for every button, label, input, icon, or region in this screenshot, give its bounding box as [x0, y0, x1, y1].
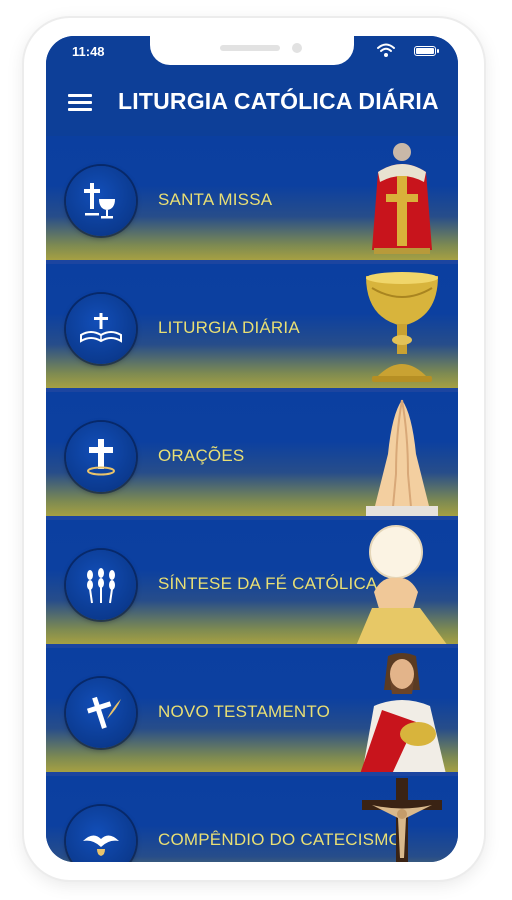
menu-item-liturgia-diaria[interactable]: LITURGIA DIÁRIA [46, 264, 458, 392]
jesus-image [352, 650, 452, 772]
vestment-image [352, 138, 452, 260]
app-screen: 11:48 LITURGIA CATÓLICA DIÁRIA SANTA MIS… [46, 36, 458, 862]
open-bible-icon [66, 294, 136, 364]
menu-item-novo-testamento[interactable]: NOVO TESTAMENTO [46, 648, 458, 776]
menu-item-oracoes[interactable]: ORAÇÕES [46, 392, 458, 520]
host-elevation-image [352, 522, 452, 644]
chalice-image [352, 266, 452, 388]
page-title: LITURGIA CATÓLICA DIÁRIA [118, 88, 439, 114]
hamburger-menu-icon[interactable] [68, 94, 94, 114]
cross-chalice-icon [66, 166, 136, 236]
menu-item-label: SÍNTESE DA FÉ CATÓLICA [158, 574, 378, 593]
quill-cross-icon [66, 678, 136, 748]
front-camera [292, 43, 302, 53]
menu-item-label: NOVO TESTAMENTO [158, 702, 331, 721]
menu-item-label: SANTA MISSA [158, 190, 273, 209]
menu-item-santa-missa[interactable]: SANTA MISSA [46, 136, 458, 264]
praying-hands-image [352, 394, 452, 516]
wifi-icon [377, 43, 395, 57]
cross-icon [66, 422, 136, 492]
menu-list: SANTA MISSA LITURGIA DIÁRIA ORAÇÕES SÍNT… [46, 136, 458, 862]
dove-icon [66, 806, 136, 862]
crucifix-image [352, 778, 452, 862]
menu-item-label: LITURGIA DIÁRIA [158, 318, 300, 337]
menu-item-sintese-fe-catolica[interactable]: SÍNTESE DA FÉ CATÓLICA [46, 520, 458, 648]
phone-notch [150, 36, 354, 65]
app-header: 11:48 LITURGIA CATÓLICA DIÁRIA [46, 36, 458, 137]
wheat-icon [66, 550, 136, 620]
battery-icon [414, 46, 439, 56]
speaker-grille [220, 45, 280, 51]
menu-item-label: ORAÇÕES [158, 446, 245, 465]
menu-item-compendio-catecismo[interactable]: COMPÊNDIO DO CATECISMO [46, 776, 458, 862]
status-time: 11:48 [72, 44, 105, 59]
